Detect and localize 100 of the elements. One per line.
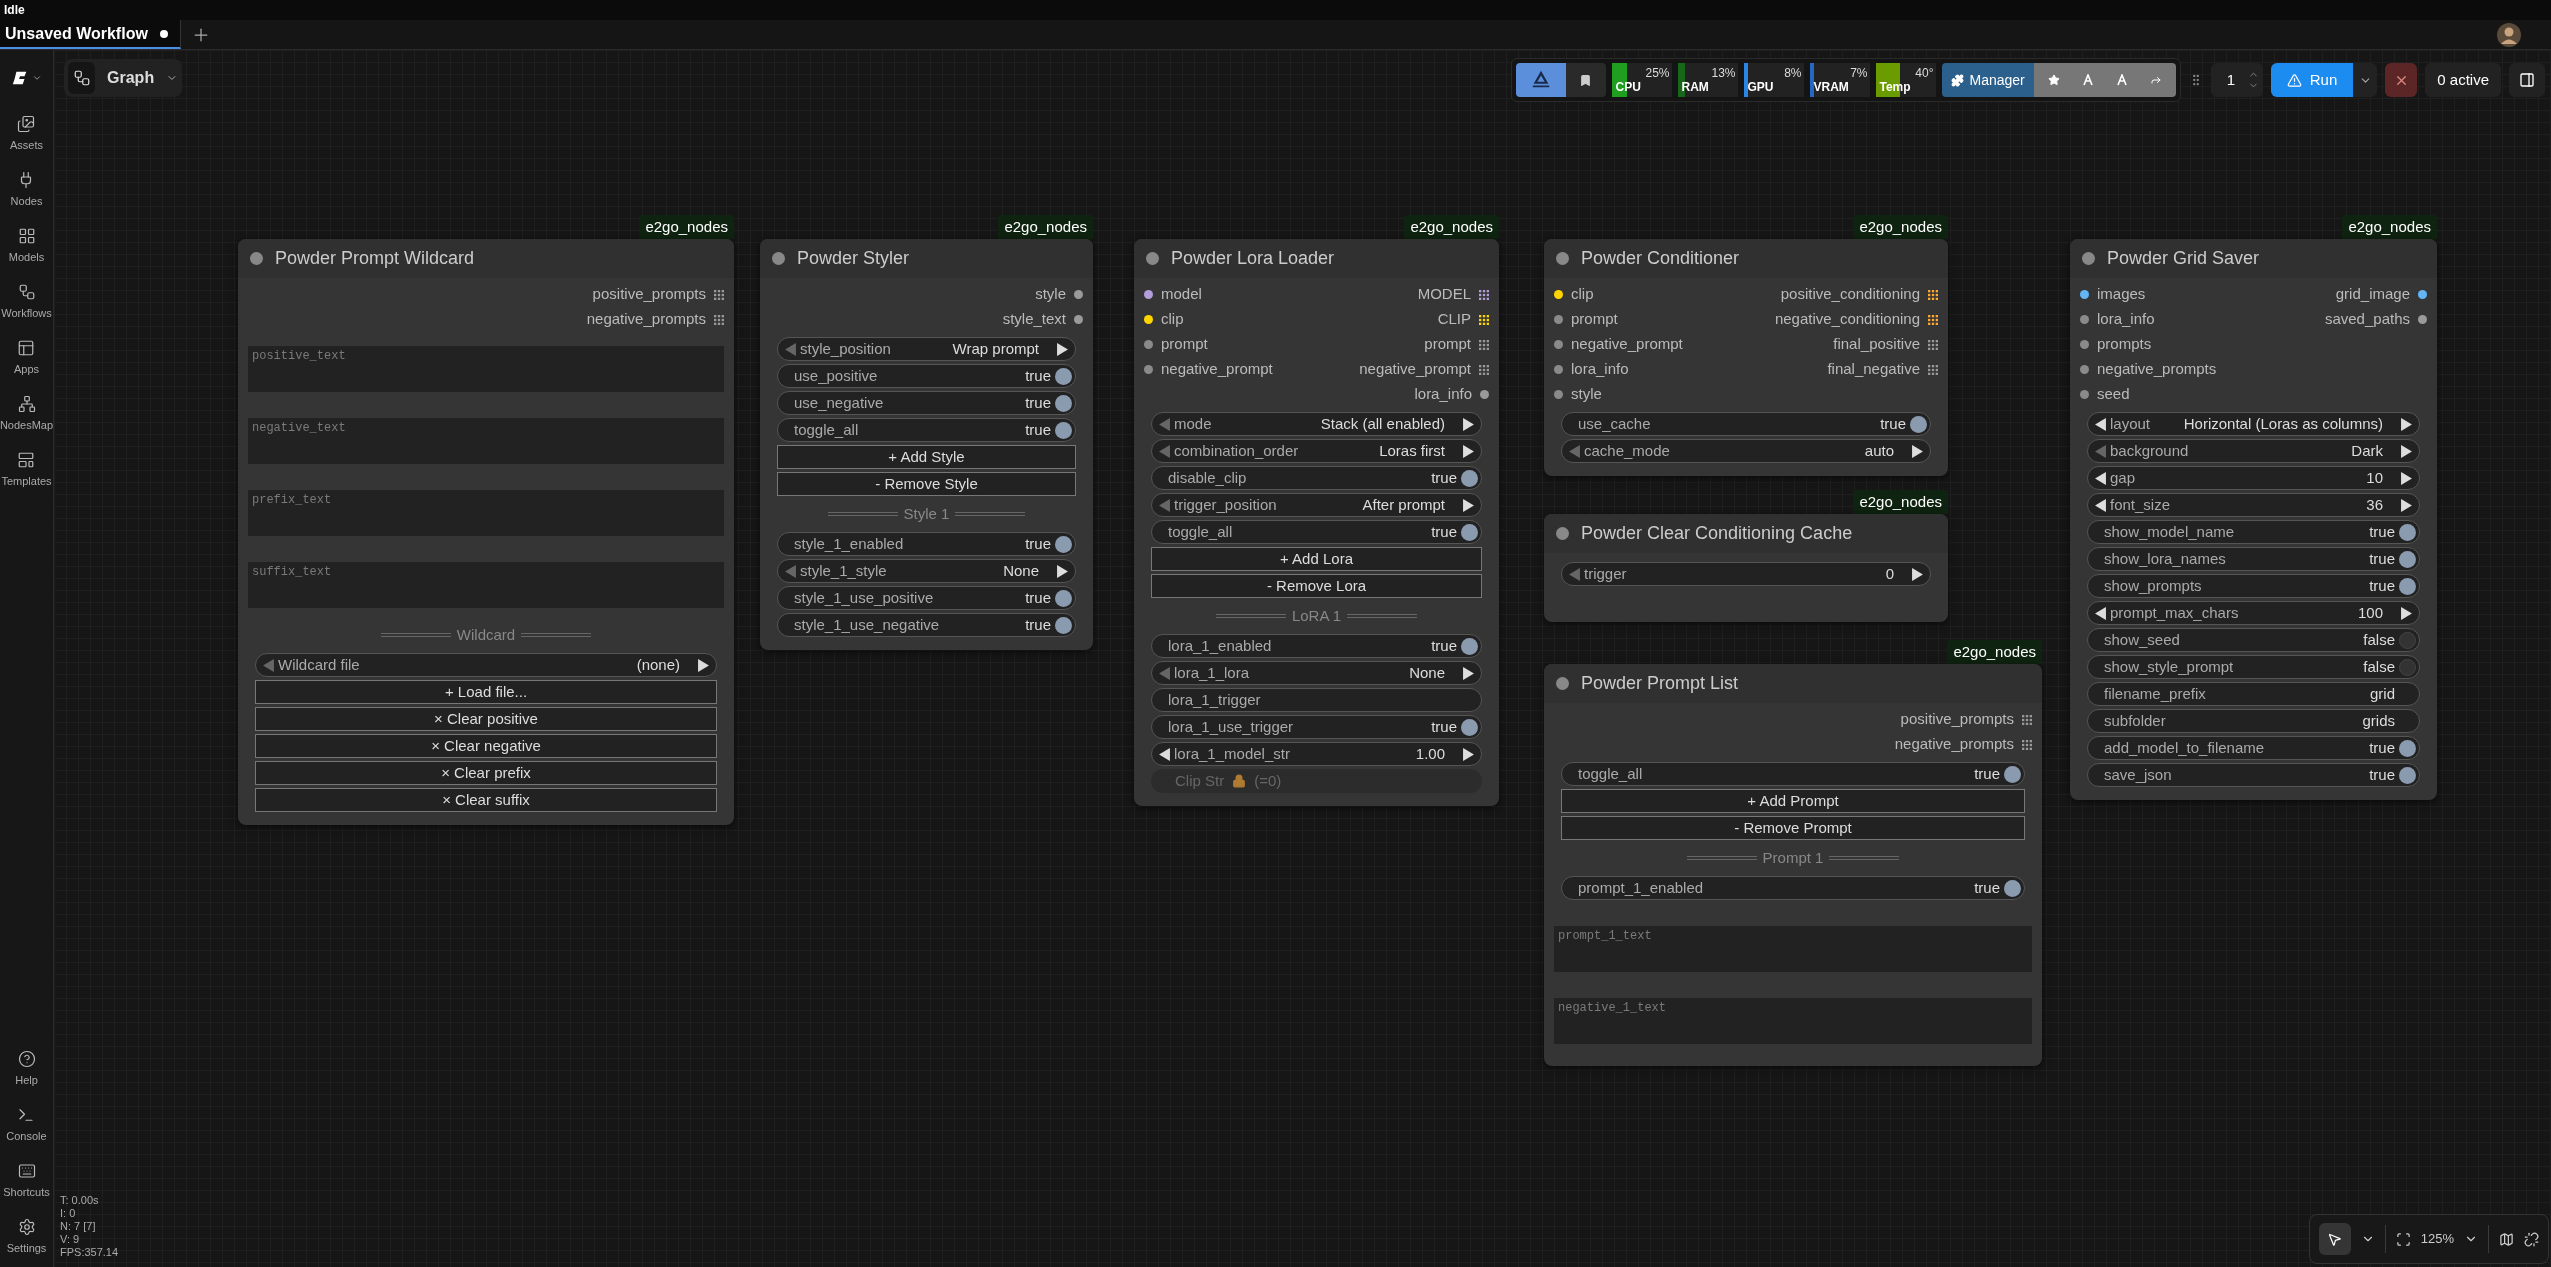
toggle-widget[interactable]: style_1_use_positive true <box>777 586 1076 610</box>
node-button[interactable]: × Clear suffix <box>255 788 717 812</box>
sidebar-label[interactable]: Templates <box>1 472 52 490</box>
select-tool-button[interactable] <box>2318 1223 2351 1255</box>
right-arrow-icon[interactable] <box>1463 666 1474 680</box>
text-widget[interactable]: filename_prefix grid <box>2087 682 2420 706</box>
toggle-widget[interactable]: save_json true <box>2087 763 2420 787</box>
grid-icon[interactable] <box>17 226 36 245</box>
output-slot-icon[interactable] <box>1479 339 1489 350</box>
toggle-widget[interactable]: add_model_to_filename true <box>2087 736 2420 760</box>
toggle-knob[interactable] <box>2399 658 2416 676</box>
toggle-widget[interactable]: show_prompts true <box>2087 574 2420 598</box>
output-slot-icon[interactable] <box>2022 739 2032 750</box>
toggle-knob[interactable] <box>1461 718 1478 736</box>
node-header[interactable]: Powder Styler <box>760 239 1093 278</box>
right-arrow-icon[interactable] <box>1463 417 1474 431</box>
left-arrow-icon[interactable] <box>1159 747 1170 761</box>
toggle-widget[interactable]: style_1_use_negative true <box>777 613 1076 637</box>
output-slot-icon[interactable] <box>2418 290 2427 299</box>
text-widget[interactable]: subfolder grids <box>2087 709 2420 733</box>
sidebar-label[interactable]: Models <box>8 248 45 266</box>
queue-count-field[interactable]: 1 <box>2210 63 2263 97</box>
sidebar-label[interactable]: Apps <box>13 360 40 378</box>
input-slot-icon[interactable] <box>2080 290 2089 299</box>
left-arrow-icon[interactable] <box>2095 606 2106 620</box>
input-slot-icon[interactable] <box>1144 315 1153 324</box>
output-slot-icon[interactable] <box>1479 364 1489 375</box>
output-slot-icon[interactable] <box>1928 339 1938 350</box>
node-button[interactable]: + Add Lora <box>1151 547 1482 571</box>
workflow-tab[interactable]: Unsaved Workflow <box>0 20 181 49</box>
output-slot-icon[interactable] <box>714 289 724 300</box>
unlink-icon[interactable] <box>2524 1231 2539 1247</box>
combo-widget[interactable]: style_1_style None <box>777 559 1076 583</box>
toggle-widget[interactable]: show_style_prompt false <box>2087 655 2420 679</box>
toggle-widget[interactable]: disable_clip true <box>1151 466 1482 490</box>
toggle-knob[interactable] <box>2399 550 2416 568</box>
sidebar-label[interactable]: Console <box>6 1127 47 1145</box>
map-icon[interactable] <box>2499 1231 2514 1247</box>
node-button[interactable]: × Clear prefix <box>255 761 717 785</box>
output-slot-icon[interactable] <box>1479 289 1489 300</box>
node-card[interactable]: Powder Clear Conditioning Cache trigger 0 <box>1544 514 1948 622</box>
combo-widget[interactable]: Wildcard file (none) <box>255 653 717 677</box>
node-card[interactable]: Powder Conditioner clip positive_conditioning prompt negative_conditioning negative_prompt final_positive lora_info final_negative style use_cache true cache_mode auto <box>1544 239 1948 476</box>
right-arrow-icon[interactable] <box>1057 564 1068 578</box>
right-arrow-icon[interactable] <box>2401 417 2412 431</box>
combo-widget[interactable]: layout Horizontal (Loras as columns) <box>2087 412 2420 436</box>
input-slot-icon[interactable] <box>2080 390 2089 399</box>
node-header[interactable]: Powder Clear Conditioning Cache <box>1544 514 1948 553</box>
text-area[interactable]: prefix_text <box>248 490 724 536</box>
combo-widget[interactable]: trigger 0 <box>1561 562 1931 586</box>
toggle-knob[interactable] <box>2399 739 2416 757</box>
toggle-knob[interactable] <box>2399 523 2416 541</box>
help-icon[interactable] <box>17 1049 36 1068</box>
toggle-knob[interactable] <box>2399 766 2416 784</box>
input-slot-icon[interactable] <box>1554 340 1563 349</box>
image-icon[interactable] <box>17 114 36 133</box>
sidebar-label[interactable]: Assets <box>10 136 43 154</box>
toggle-knob[interactable] <box>2004 765 2021 783</box>
node-button[interactable]: - Remove Lora <box>1151 574 1482 598</box>
node-button[interactable]: + Add Style <box>777 445 1076 469</box>
combo-widget[interactable]: combination_order Loras first <box>1151 439 1482 463</box>
manager-button[interactable]: Manager <box>1941 63 2034 97</box>
node-card[interactable] <box>2070 239 2437 800</box>
avatar-icon[interactable] <box>2497 22 2521 47</box>
right-arrow-icon[interactable] <box>2401 444 2412 458</box>
right-arrow-icon[interactable] <box>1463 747 1474 761</box>
combo-widget[interactable]: gap 10 <box>2087 466 2420 490</box>
node-header[interactable]: Powder Lora Loader <box>1134 239 1499 278</box>
node-button[interactable]: - Remove Style <box>777 472 1076 496</box>
input-slot-icon[interactable] <box>1144 340 1153 349</box>
output-slot-icon[interactable] <box>714 314 724 325</box>
right-arrow-icon[interactable] <box>1463 498 1474 512</box>
logo-icon[interactable] <box>11 69 29 87</box>
output-slot-icon[interactable] <box>1074 315 1083 324</box>
combo-widget[interactable]: background Dark <box>2087 439 2420 463</box>
template-icon[interactable] <box>17 450 36 469</box>
node-button[interactable]: × Clear negative <box>255 734 717 758</box>
stop-button[interactable] <box>2385 63 2418 97</box>
input-slot-icon[interactable] <box>2080 315 2089 324</box>
combo-widget[interactable]: mode Stack (all enabled) <box>1151 412 1482 436</box>
toggle-widget[interactable]: toggle_all true <box>1151 520 1482 544</box>
share-icon[interactable] <box>2149 74 2162 86</box>
node-card[interactable] <box>1134 239 1499 806</box>
text-area[interactable]: positive_text <box>248 346 724 392</box>
toggle-widget[interactable]: lora_1_enabled true <box>1151 634 1482 658</box>
text-area[interactable]: prompt_1_text <box>1554 926 2032 972</box>
bookmark-button[interactable] <box>1565 63 1606 97</box>
left-arrow-icon[interactable] <box>2095 417 2106 431</box>
input-slot-icon[interactable] <box>1144 365 1153 374</box>
output-slot-icon[interactable] <box>1928 314 1938 325</box>
star-icon[interactable] <box>2047 74 2060 86</box>
panel-toggle-button[interactable] <box>2509 63 2545 97</box>
output-slot-icon[interactable] <box>1928 289 1938 300</box>
toggle-knob[interactable] <box>2399 577 2416 595</box>
node-card[interactable] <box>760 239 1093 650</box>
output-slot-icon[interactable] <box>1479 314 1489 325</box>
network-icon[interactable] <box>17 394 36 413</box>
toggle-knob[interactable] <box>1910 415 1927 433</box>
node-card[interactable] <box>238 239 734 825</box>
node-header[interactable]: Powder Grid Saver <box>2070 239 2437 278</box>
